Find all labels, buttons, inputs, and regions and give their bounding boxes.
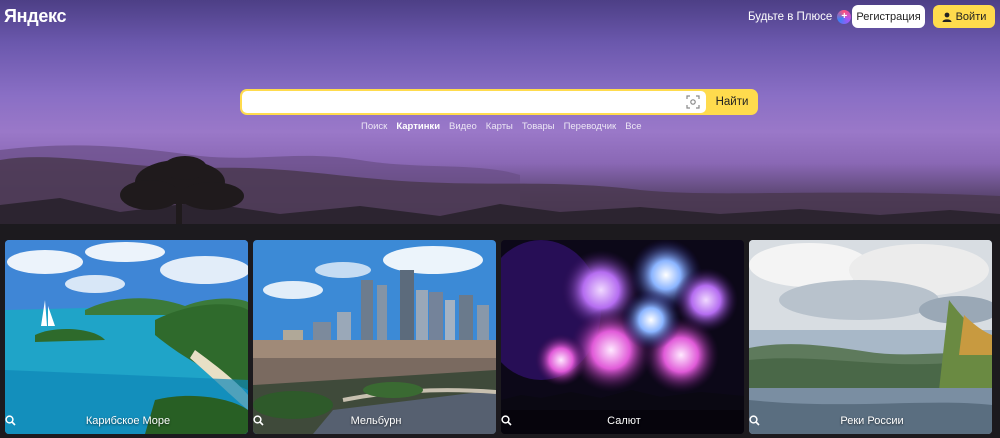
plus-link-label: Будьте в Плюсе [748,11,833,23]
search-input-box [242,91,706,113]
service-all[interactable]: Все [625,121,641,132]
login-button[interactable]: Войти [933,5,995,28]
card-label-text: Карибское Море [85,415,171,427]
card-rivers-of-russia[interactable]: Реки России [749,240,992,434]
search-input[interactable] [242,91,680,113]
search-bar: Найти [240,89,758,115]
hero-landscape [0,145,1000,240]
camera-search-icon[interactable] [680,95,706,109]
service-translate[interactable]: Переводчик [564,121,617,132]
card-image [5,240,248,434]
hero-background [0,0,1000,240]
login-button-label: Войти [955,10,987,23]
image-cards: Карибское Море Мельбурн Салют Реки Росси… [5,240,995,434]
card-label: Карибское Море [5,415,248,427]
service-video[interactable]: Видео [449,121,477,132]
card-image [749,240,992,434]
search-button[interactable]: Найти [706,89,758,115]
card-label-text: Мельбурн [350,415,402,427]
yandex-logo[interactable]: Яндекс [4,6,67,27]
user-icon [942,12,952,22]
service-maps[interactable]: Карты [486,121,513,132]
card-melbourne[interactable]: Мельбурн [253,240,496,434]
card-fireworks[interactable]: Салют [501,240,744,434]
register-button[interactable]: Регистрация [852,5,925,28]
service-images[interactable]: Картинки [396,121,440,132]
card-image [501,240,744,434]
plus-icon: + [837,10,852,24]
card-label-text: Реки России [840,415,904,427]
card-label: Мельбурн [253,415,496,427]
services-nav: Поиск Картинки Видео Карты Товары Перево… [361,121,642,132]
card-label: Реки России [749,415,992,427]
card-image [253,240,496,434]
plus-link[interactable]: Будьте в Плюсе + [748,10,852,24]
card-label-text: Салют [607,415,641,427]
card-label: Салют [501,415,744,427]
service-goods[interactable]: Товары [522,121,555,132]
card-caribbean-sea[interactable]: Карибское Море [5,240,248,434]
service-search[interactable]: Поиск [361,121,387,132]
